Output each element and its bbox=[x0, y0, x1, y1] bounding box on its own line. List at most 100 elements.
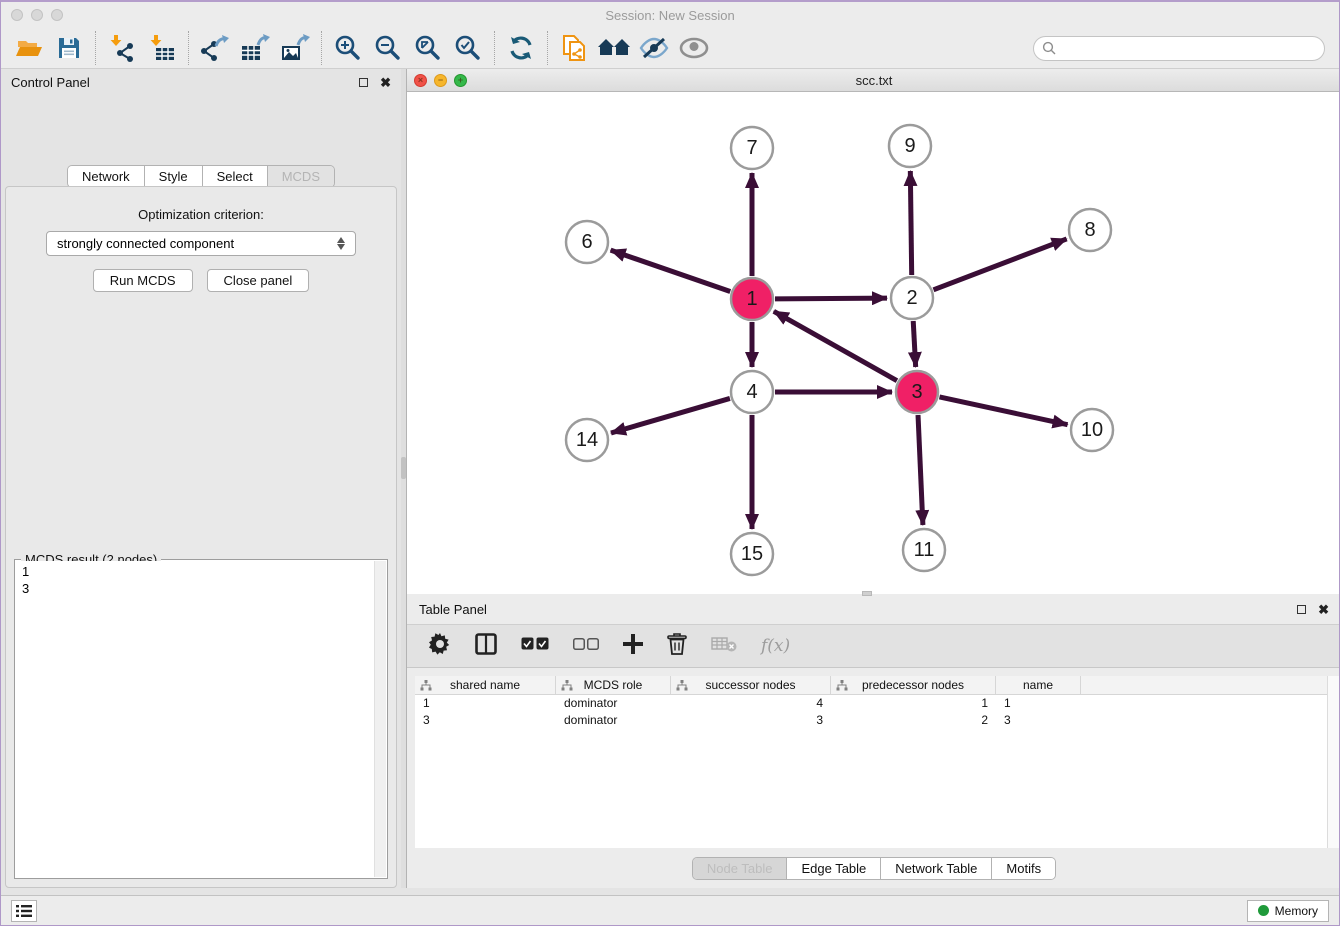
table-scrollbar[interactable] bbox=[1327, 676, 1340, 848]
graph-node-15[interactable]: 15 bbox=[731, 533, 773, 575]
export-network-icon[interactable] bbox=[195, 31, 235, 65]
home-view-icon[interactable] bbox=[594, 31, 634, 65]
float-table-panel-icon[interactable] bbox=[1297, 605, 1306, 614]
horizontal-splitter-handle[interactable] bbox=[862, 591, 872, 596]
node-label: 2 bbox=[906, 287, 917, 309]
network-canvas[interactable]: 1 2 3 4 6 7 8 9 10 11 14 15 bbox=[407, 92, 1340, 593]
node-label: 4 bbox=[746, 381, 757, 403]
mcds-result-list[interactable]: 1 3 bbox=[16, 561, 374, 877]
refresh-icon bbox=[507, 34, 535, 62]
zoom-selected-icon[interactable] bbox=[448, 31, 488, 65]
export-table-icon[interactable] bbox=[235, 31, 275, 65]
table-cell[interactable]: dominator bbox=[556, 695, 671, 712]
toolbar-separator bbox=[547, 31, 548, 65]
import-table-icon[interactable] bbox=[142, 31, 182, 65]
table-settings-gear-icon[interactable] bbox=[429, 633, 451, 660]
table-tab-edge-table[interactable]: Edge Table bbox=[787, 858, 881, 879]
column-header-MCDS-role[interactable]: MCDS role bbox=[556, 676, 671, 694]
import-network-icon bbox=[108, 34, 136, 62]
table-cell[interactable]: 3 bbox=[671, 712, 831, 729]
network-window-titlebar: × − + scc.txt bbox=[407, 69, 1340, 92]
table-cell[interactable]: 2 bbox=[831, 712, 996, 729]
graph-node-8[interactable]: 8 bbox=[1069, 209, 1111, 251]
graph-node-7[interactable]: 7 bbox=[731, 127, 773, 169]
column-header-predecessor-nodes[interactable]: predecessor nodes bbox=[831, 676, 996, 694]
table-cell[interactable]: 1 bbox=[415, 695, 556, 712]
graph-node-3[interactable]: 3 bbox=[896, 371, 938, 413]
graph-node-10[interactable]: 10 bbox=[1071, 409, 1113, 451]
hierarchy-icon bbox=[420, 680, 432, 691]
table-cell[interactable]: 4 bbox=[671, 695, 831, 712]
close-table-panel-icon[interactable]: ✖ bbox=[1318, 603, 1329, 616]
hide-details-icon[interactable] bbox=[634, 31, 674, 65]
table-cell[interactable]: 1 bbox=[996, 695, 1081, 712]
edge-2-to-3[interactable] bbox=[913, 321, 915, 367]
table-tab-node-table[interactable]: Node Table bbox=[693, 858, 788, 879]
zoom-fit-icon[interactable] bbox=[408, 31, 448, 65]
hierarchy-icon bbox=[836, 680, 848, 691]
float-panel-icon[interactable] bbox=[359, 78, 368, 87]
control-panel-title: Control Panel bbox=[11, 75, 90, 90]
table-tab-network-table[interactable]: Network Table bbox=[881, 858, 992, 879]
table-tab-motifs[interactable]: Motifs bbox=[992, 858, 1055, 879]
add-column-plus-icon[interactable] bbox=[623, 634, 643, 659]
edge-3-to-1[interactable] bbox=[774, 311, 897, 380]
graph-node-4[interactable]: 4 bbox=[731, 371, 773, 413]
tab-mcds[interactable]: MCDS bbox=[268, 166, 334, 187]
table-panel-title: Table Panel bbox=[419, 602, 487, 617]
graph-node-2[interactable]: 2 bbox=[891, 277, 933, 319]
table-panel: Table Panel ✖ bbox=[406, 594, 1340, 888]
optimization-criterion-select[interactable]: strongly connected component bbox=[46, 231, 356, 256]
graph-node-14[interactable]: 14 bbox=[566, 419, 608, 461]
close-panel-icon[interactable]: ✖ bbox=[380, 76, 391, 89]
duplicate-network-icon[interactable] bbox=[554, 31, 594, 65]
table-cell[interactable]: dominator bbox=[556, 712, 671, 729]
table-cell[interactable]: 3 bbox=[996, 712, 1081, 729]
graph-node-11[interactable]: 11 bbox=[903, 529, 945, 571]
toolbar-separator bbox=[494, 31, 495, 65]
save-session-icon[interactable] bbox=[49, 31, 89, 65]
edge-4-to-14[interactable] bbox=[611, 398, 730, 433]
node-label: 14 bbox=[576, 429, 598, 451]
column-header-name[interactable]: name bbox=[996, 676, 1081, 694]
main-titlebar: Session: New Session bbox=[1, 2, 1339, 28]
graph-node-1[interactable]: 1 bbox=[731, 278, 773, 320]
table-cell[interactable]: 1 bbox=[831, 695, 996, 712]
edge-3-to-10[interactable] bbox=[939, 397, 1067, 425]
edge-3-to-11[interactable] bbox=[918, 415, 923, 525]
split-view-icon[interactable] bbox=[475, 633, 497, 660]
open-folder-icon[interactable] bbox=[9, 31, 49, 65]
tab-network[interactable]: Network bbox=[68, 166, 145, 187]
zoom-in-icon[interactable] bbox=[328, 31, 368, 65]
delete-column-trash-icon[interactable] bbox=[667, 633, 687, 660]
search-box[interactable] bbox=[1033, 36, 1325, 61]
graph-node-9[interactable]: 9 bbox=[889, 125, 931, 167]
zoom-out-icon[interactable] bbox=[368, 31, 408, 65]
result-scrollbar[interactable] bbox=[374, 561, 386, 877]
import-network-icon[interactable] bbox=[102, 31, 142, 65]
refresh-icon[interactable] bbox=[501, 31, 541, 65]
function-builder-icon-disabled: f(x) bbox=[761, 636, 790, 656]
tab-select[interactable]: Select bbox=[203, 166, 268, 187]
graph-node-6[interactable]: 6 bbox=[566, 221, 608, 263]
column-header-shared-name[interactable]: shared name bbox=[415, 676, 556, 694]
show-details-icon[interactable] bbox=[674, 31, 714, 65]
export-image-icon[interactable] bbox=[275, 31, 315, 65]
tab-style[interactable]: Style bbox=[145, 166, 203, 187]
edge-1-to-2[interactable] bbox=[775, 298, 887, 299]
task-history-button[interactable] bbox=[11, 900, 37, 922]
select-columns-checked-icon[interactable] bbox=[521, 637, 549, 655]
table-cell[interactable]: 3 bbox=[415, 712, 556, 729]
edge-2-to-9[interactable] bbox=[910, 171, 911, 275]
toolbar-separator bbox=[188, 31, 189, 65]
memory-button[interactable]: Memory bbox=[1247, 900, 1329, 922]
column-header-successor-nodes[interactable]: successor nodes bbox=[671, 676, 831, 694]
search-input[interactable] bbox=[1056, 41, 1316, 56]
run-mcds-button[interactable]: Run MCDS bbox=[93, 269, 193, 292]
deselect-columns-icon[interactable] bbox=[573, 637, 599, 655]
window-title: Session: New Session bbox=[1, 8, 1339, 23]
close-panel-button[interactable]: Close panel bbox=[207, 269, 310, 292]
edge-2-to-8[interactable] bbox=[933, 239, 1066, 290]
edge-1-to-6[interactable] bbox=[611, 250, 731, 291]
zoom-out-icon bbox=[374, 34, 402, 62]
